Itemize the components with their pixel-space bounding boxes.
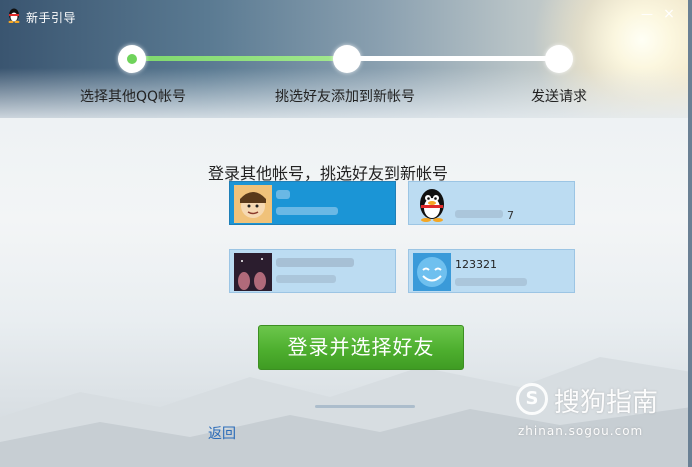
close-button[interactable]: × — [662, 7, 676, 21]
watermark-url: zhinan.sogou.com — [518, 424, 644, 438]
step-3-indicator — [545, 45, 573, 73]
faint-link-bar — [315, 405, 415, 408]
sogou-watermark: S 搜狗指南 zhinan.sogou.com — [516, 380, 676, 442]
account-name-blurred — [276, 258, 354, 267]
step-3-label: 发送请求 — [531, 89, 587, 105]
cartoon-boy-avatar — [234, 185, 272, 223]
account-name-blurred — [276, 190, 290, 199]
account-card-1[interactable] — [229, 181, 396, 225]
hidden-link[interactable] — [315, 402, 415, 408]
login-and-select-friends-button[interactable]: 登录并选择好友 — [258, 325, 464, 370]
step-1-active-dot — [127, 54, 137, 64]
back-link[interactable]: 返回 — [208, 423, 236, 443]
night-sky-avatar — [234, 253, 272, 291]
account-number: 123321 — [455, 258, 497, 271]
sogou-s-logo-icon: S — [516, 383, 548, 415]
qq-penguin-avatar — [413, 185, 451, 223]
minimize-button[interactable]: — — [640, 8, 654, 20]
account-card-4[interactable]: 123321 — [408, 249, 575, 293]
account-card-2[interactable]: 7 — [408, 181, 575, 225]
account-number-blurred — [276, 275, 336, 283]
qq-penguin-icon — [8, 8, 20, 23]
account-number-blurred — [276, 207, 338, 215]
watermark-text: 搜狗指南 — [554, 388, 659, 418]
progress-fill — [133, 56, 346, 61]
account-number-blurred — [455, 210, 503, 218]
account-nickname-blurred — [455, 278, 527, 286]
account-card-3[interactable] — [229, 249, 396, 293]
step-1-label: 选择其他QQ帐号 — [80, 89, 187, 105]
step-2-indicator — [333, 45, 361, 73]
account-number-suffix: 7 — [507, 209, 514, 222]
window-title: 新手引导 — [26, 11, 77, 25]
step-2-label: 挑选好友添加到新帐号 — [275, 89, 415, 105]
guide-window: 新手引导 — × 选择其他QQ帐号 挑选好友添加到新帐号 发送请求 登录其他帐号… — [0, 0, 692, 467]
blue-smile-avatar — [413, 253, 451, 291]
step-1-indicator — [118, 45, 146, 73]
window-edge — [688, 0, 692, 467]
